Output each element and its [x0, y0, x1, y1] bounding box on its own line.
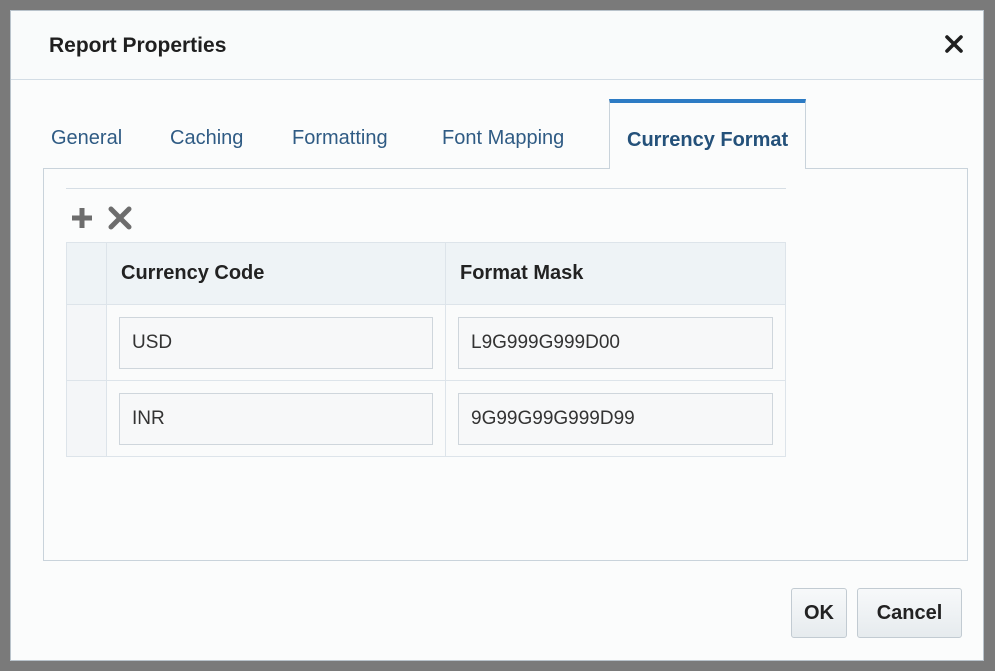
format-mask-input[interactable]	[458, 316, 773, 369]
add-row-button[interactable]	[68, 204, 96, 232]
tab-caching[interactable]: Caching	[170, 127, 243, 150]
currency-code-cell	[106, 380, 446, 457]
tab-currency-format[interactable]: Currency Format	[609, 99, 807, 169]
report-properties-dialog: Report Properties General Caching Format…	[10, 10, 984, 661]
dialog-title: Report Properties	[49, 34, 227, 57]
table-header-row: Currency Code Format Mask	[66, 242, 786, 305]
table-row[interactable]	[66, 304, 786, 381]
currency-code-cell	[106, 304, 446, 381]
row-selector[interactable]	[66, 304, 107, 381]
dialog-header: Report Properties	[11, 11, 983, 80]
plus-icon	[72, 208, 92, 228]
tab-general[interactable]: General	[51, 127, 122, 150]
format-mask-input[interactable]	[458, 392, 773, 445]
cancel-button[interactable]: Cancel	[857, 588, 962, 638]
x-delete-icon	[108, 206, 132, 230]
tab-formatting[interactable]: Formatting	[292, 127, 388, 150]
tab-font-mapping[interactable]: Font Mapping	[442, 127, 564, 150]
close-icon[interactable]	[943, 33, 965, 55]
tab-bar: General Caching Formatting Font Mapping …	[11, 99, 983, 169]
row-selector[interactable]	[66, 380, 107, 457]
currency-format-table: Currency Code Format Mask	[66, 242, 786, 457]
table-row[interactable]	[66, 380, 786, 457]
toolbar-divider	[66, 188, 786, 189]
column-header-format-mask: Format Mask	[445, 242, 786, 305]
currency-code-input[interactable]	[119, 392, 433, 445]
delete-row-button[interactable]	[106, 204, 134, 232]
ok-button[interactable]: OK	[791, 588, 847, 638]
column-header-currency-code: Currency Code	[106, 242, 446, 305]
currency-format-panel: Currency Code Format Mask	[43, 168, 968, 561]
format-mask-cell	[445, 380, 786, 457]
currency-code-input[interactable]	[119, 316, 433, 369]
row-selector-header	[66, 242, 107, 305]
format-mask-cell	[445, 304, 786, 381]
